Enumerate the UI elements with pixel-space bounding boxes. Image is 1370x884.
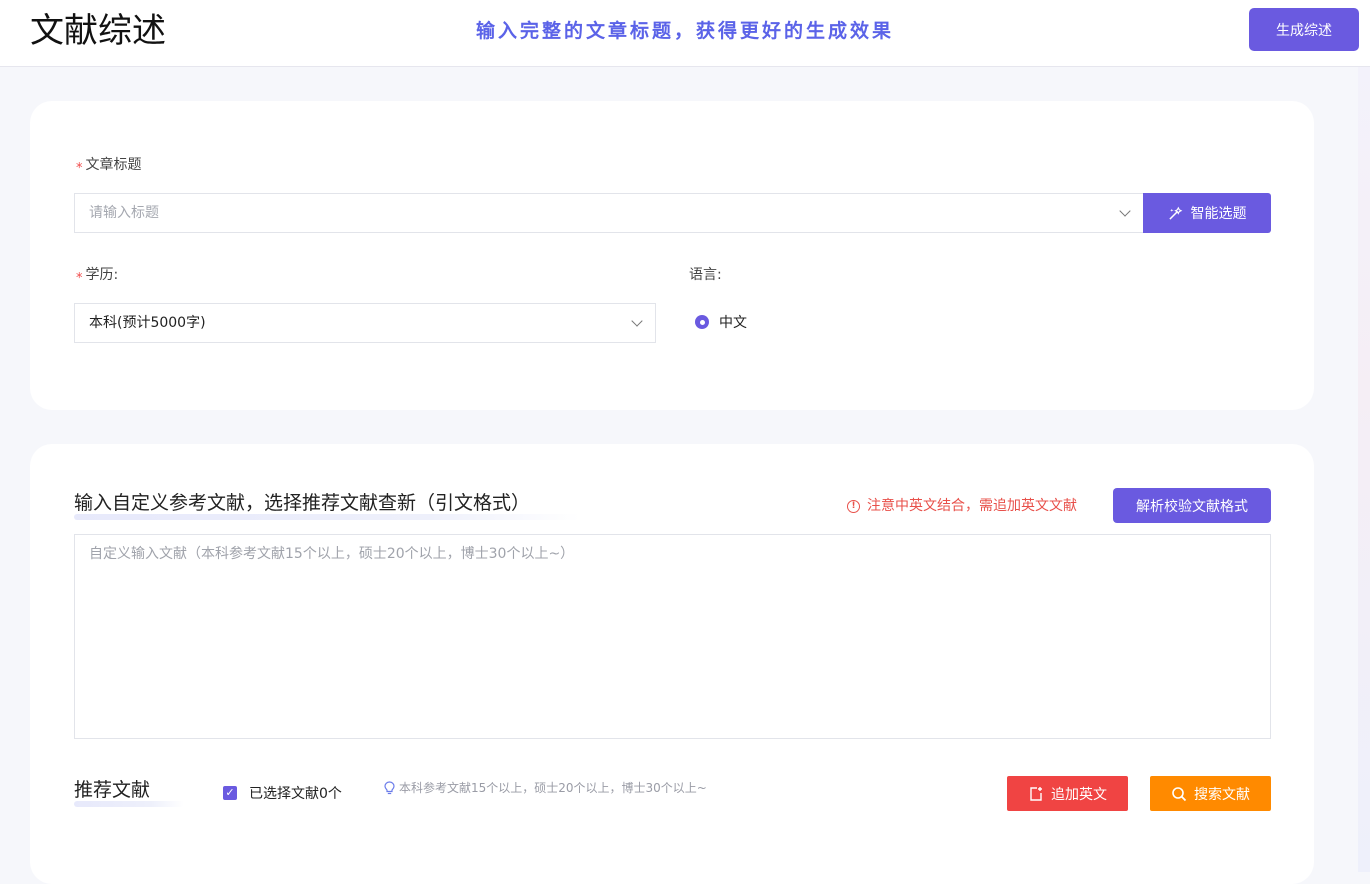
parse-format-button[interactable]: 解析校验文献格式: [1113, 488, 1271, 523]
recommended-references-title: 推荐文献: [74, 777, 184, 807]
title-underline: [74, 801, 184, 807]
language-radio-chinese[interactable]: 中文: [695, 312, 747, 332]
scrollbar-track[interactable]: [1358, 67, 1370, 872]
chevron-down-icon[interactable]: [631, 315, 643, 327]
language-label: 语言:: [689, 267, 722, 283]
warning-circle-icon: !: [847, 499, 860, 513]
english-reference-warning: ! 注意中英文结合，需追加英文文献: [847, 496, 1077, 516]
language-option-label: 中文: [719, 315, 747, 331]
chevron-down-icon[interactable]: [1119, 205, 1131, 217]
education-label: * 学历:: [76, 267, 119, 286]
add-english-button[interactable]: 追加英文: [1007, 776, 1128, 811]
reference-count-tip: 本科参考文献15个以上，硕士20个以上，博士30个以上~: [384, 779, 707, 797]
selected-count-label: 已选择文献0个: [249, 786, 342, 802]
education-select-value: 本科(预计5000字): [89, 315, 206, 331]
education-select[interactable]: 本科(预计5000字): [74, 303, 656, 343]
lightbulb-icon: [384, 781, 395, 795]
app-title: 文献综述: [30, 11, 166, 51]
required-mark: *: [76, 161, 83, 176]
textarea-placeholder: 自定义输入文献（本科参考文献15个以上，硕士20个以上，博士30个以上~）: [89, 546, 575, 562]
selected-count-checkbox[interactable]: ✓ 已选择文献0个: [223, 783, 342, 803]
search-references-button[interactable]: 搜索文献: [1150, 776, 1271, 811]
title-input[interactable]: 请输入标题: [74, 193, 1144, 233]
generate-review-button[interactable]: 生成综述: [1249, 8, 1359, 51]
header-hint: 输入完整的文章标题，获得更好的生成效果: [476, 20, 895, 42]
smart-topic-button[interactable]: 智能选题: [1143, 193, 1271, 233]
search-icon: [1172, 786, 1187, 801]
check-icon[interactable]: ✓: [223, 786, 237, 800]
title-underline: [74, 514, 580, 520]
top-header: 文献综述 输入完整的文章标题，获得更好的生成效果 生成综述: [0, 0, 1370, 67]
basic-info-card: [30, 101, 1314, 410]
magic-wand-icon: [1168, 206, 1182, 220]
required-mark: *: [76, 271, 83, 286]
add-document-icon: [1030, 786, 1042, 801]
radio-selected-icon[interactable]: [695, 315, 709, 329]
title-label: * 文章标题: [76, 157, 142, 176]
custom-references-textarea[interactable]: 自定义输入文献（本科参考文献15个以上，硕士20个以上，博士30个以上~）: [74, 534, 1271, 739]
title-input-placeholder: 请输入标题: [89, 205, 159, 221]
references-section-title: 输入自定义参考文献，选择推荐文献查新（引文格式）: [74, 490, 580, 520]
